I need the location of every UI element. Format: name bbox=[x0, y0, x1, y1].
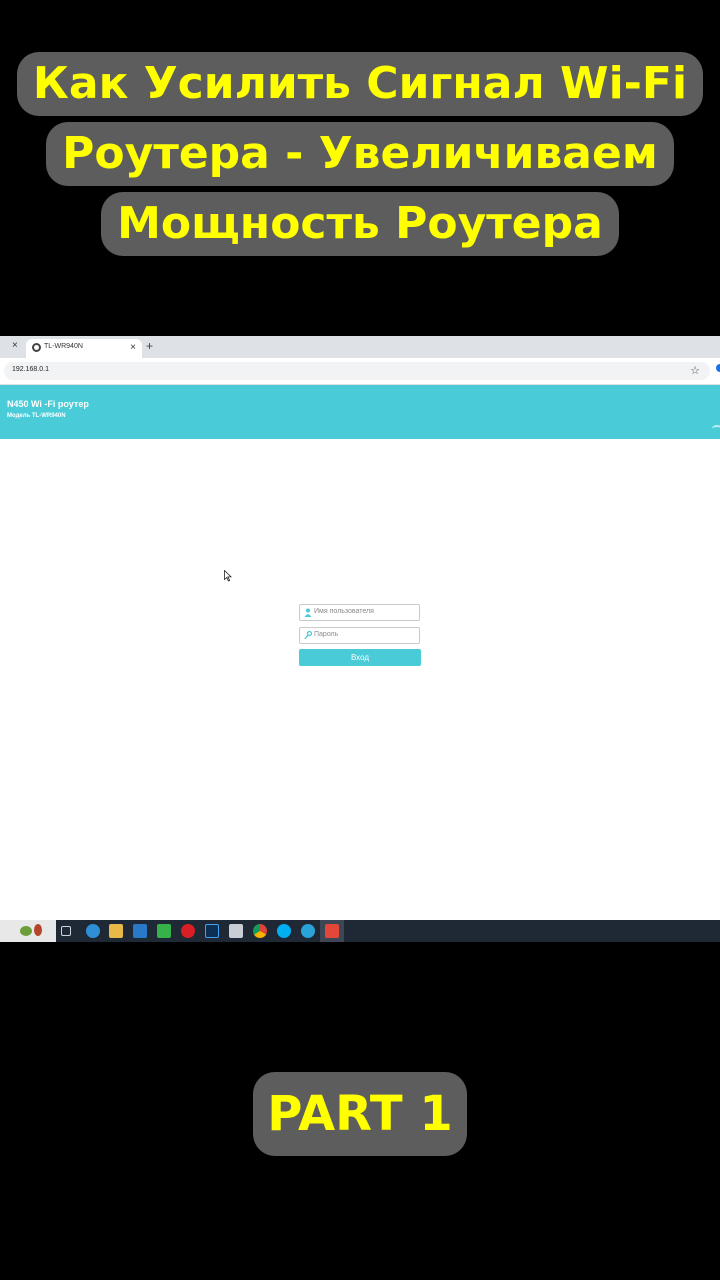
title-line-2: Роутера - Увеличиваем bbox=[46, 122, 674, 186]
tab-bar: × TL-WR940N × + bbox=[0, 336, 720, 358]
router-model: Модель TL-WR940N bbox=[7, 413, 66, 419]
url-text: 192.168.0.1 bbox=[12, 366, 49, 373]
chrome-icon[interactable] bbox=[253, 924, 267, 938]
recorder-icon[interactable] bbox=[325, 924, 339, 938]
part-label-wrap: PART 1 bbox=[0, 1072, 720, 1156]
taskbar bbox=[0, 920, 720, 942]
tab-router[interactable]: TL-WR940N × bbox=[26, 339, 142, 358]
url-input[interactable]: 192.168.0.1 ☆ bbox=[4, 362, 710, 380]
login-button[interactable]: Вход bbox=[299, 649, 421, 666]
mouse-cursor-icon bbox=[224, 570, 232, 582]
router-title: N450 Wi -Fi роутер bbox=[7, 399, 89, 409]
close-icon[interactable]: × bbox=[130, 342, 136, 353]
mail-icon[interactable] bbox=[133, 924, 147, 938]
telegram-icon[interactable] bbox=[301, 924, 315, 938]
file-explorer-icon[interactable] bbox=[109, 924, 123, 938]
title-line-1: Как Усилить Сигнал Wi-Fi bbox=[16, 52, 704, 116]
new-tab-button[interactable]: + bbox=[146, 339, 153, 353]
bird-icon bbox=[20, 926, 32, 936]
title-line-3: Мощность Роутера bbox=[101, 192, 619, 256]
tp-link-logo-icon bbox=[712, 425, 720, 433]
calculator-icon[interactable] bbox=[229, 924, 243, 938]
skype-icon[interactable] bbox=[277, 924, 291, 938]
video-title: Как Усилить Сигнал Wi-Fi Роутера - Увели… bbox=[0, 52, 720, 262]
prev-tab-close-icon[interactable]: × bbox=[12, 340, 18, 351]
password-placeholder: Пароль bbox=[314, 631, 339, 638]
tab-title: TL-WR940N bbox=[44, 343, 83, 350]
taskbar-wallpaper-thumb[interactable] bbox=[0, 920, 56, 942]
username-field[interactable]: Имя пользователя bbox=[299, 604, 420, 621]
bird-icon bbox=[34, 924, 42, 936]
username-placeholder: Имя пользователя bbox=[314, 608, 374, 615]
edge-icon[interactable] bbox=[86, 924, 100, 938]
photoshop-icon[interactable] bbox=[205, 924, 219, 938]
address-bar: 192.168.0.1 ☆ bbox=[0, 358, 720, 385]
profile-icon[interactable] bbox=[716, 364, 720, 372]
globe-icon bbox=[32, 343, 41, 352]
part-label: PART 1 bbox=[253, 1072, 467, 1156]
task-view-icon[interactable] bbox=[61, 926, 71, 936]
key-icon bbox=[304, 631, 312, 640]
password-field[interactable]: Пароль bbox=[299, 627, 420, 644]
opera-icon[interactable] bbox=[181, 924, 195, 938]
bookmark-star-icon[interactable]: ☆ bbox=[690, 364, 700, 377]
camtasia-icon[interactable] bbox=[157, 924, 171, 938]
browser-screenshot: × TL-WR940N × + 192.168.0.1 ☆ N450 Wi -F… bbox=[0, 336, 720, 942]
router-header: N450 Wi -Fi роутер Модель TL-WR940N bbox=[0, 385, 720, 439]
user-icon bbox=[304, 608, 312, 617]
